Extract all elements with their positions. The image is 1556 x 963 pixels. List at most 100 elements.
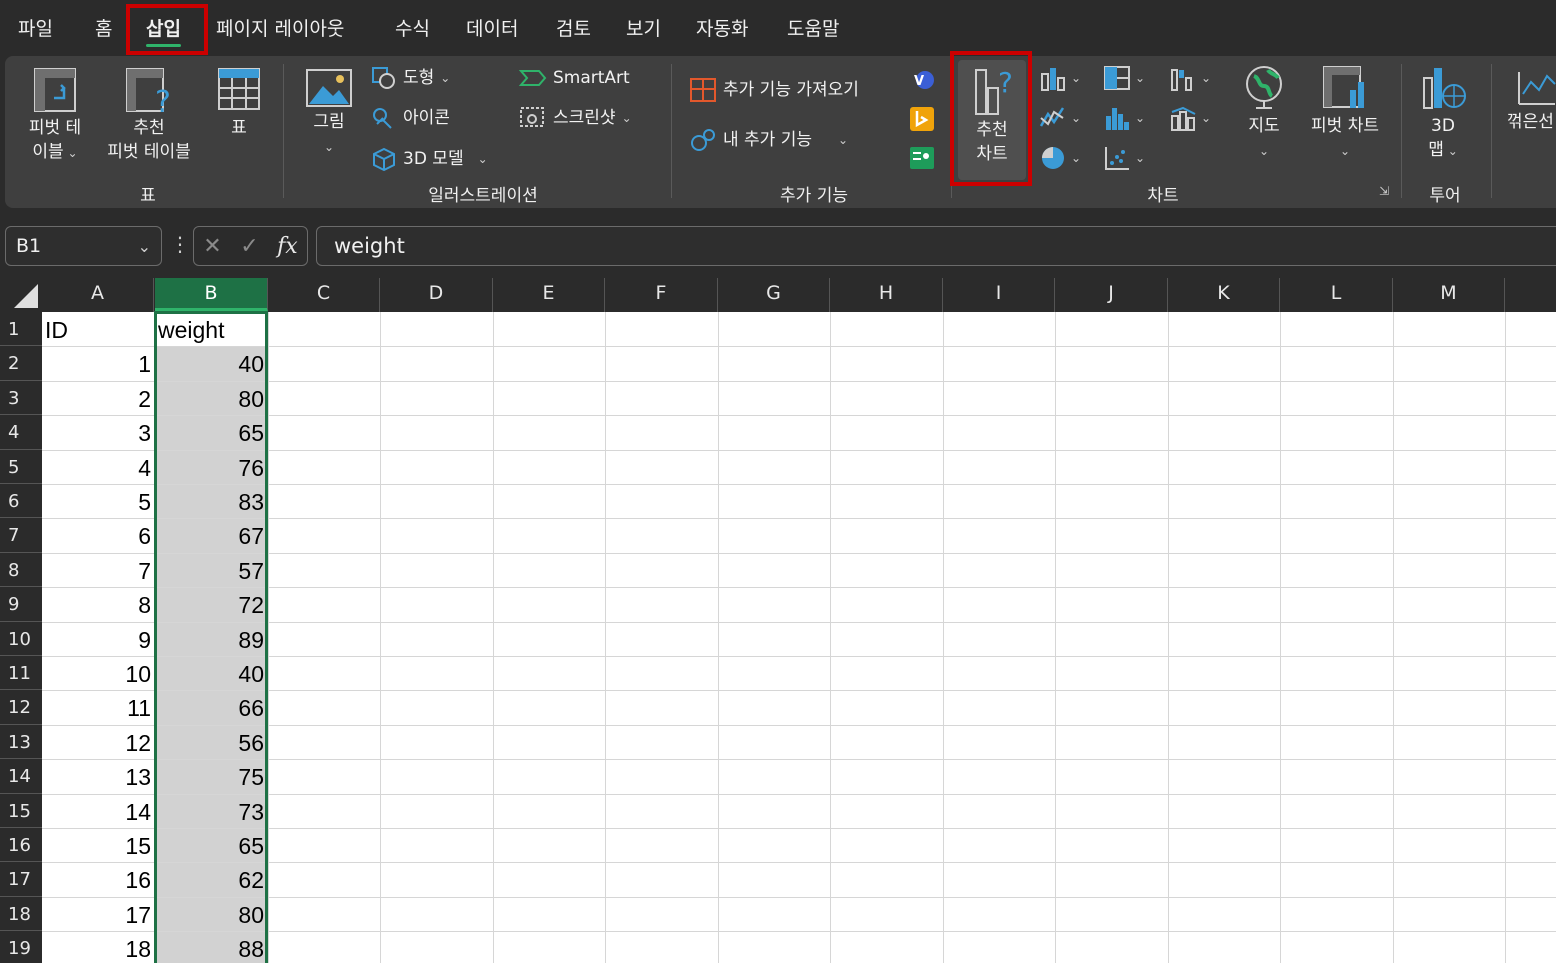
- cell-a1[interactable]: ID: [42, 312, 154, 346]
- cell-id[interactable]: 6: [42, 518, 154, 552]
- bing-maps-addin-button[interactable]: [909, 106, 935, 132]
- chevron-down-icon[interactable]: ⌄: [138, 237, 151, 256]
- row-header[interactable]: 17: [0, 862, 42, 897]
- column-header-b[interactable]: B: [155, 278, 268, 312]
- recommended-pivot-table-button[interactable]: ? 추천 피벗 테이블: [97, 66, 201, 164]
- column-header-c[interactable]: C: [268, 278, 380, 312]
- people-graph-addin-button[interactable]: [909, 146, 935, 170]
- picture-button[interactable]: 그림 ⌄: [301, 68, 357, 159]
- tab-home[interactable]: 홈: [95, 14, 112, 44]
- column-header-h[interactable]: H: [830, 278, 943, 312]
- tab-automate[interactable]: 자동화: [696, 14, 748, 44]
- cell-id[interactable]: 5: [42, 484, 154, 518]
- dialog-launcher-icon[interactable]: ⇲: [1379, 184, 1389, 198]
- column-header-i[interactable]: I: [943, 278, 1055, 312]
- cell-id[interactable]: 11: [42, 690, 154, 724]
- cell-id[interactable]: 1: [42, 346, 154, 380]
- row-header[interactable]: 9: [0, 587, 42, 622]
- combo-chart-button[interactable]: ⌄: [1169, 104, 1211, 132]
- get-addins-button[interactable]: 추가 기능 가져오기: [689, 76, 859, 104]
- tab-review[interactable]: 검토: [556, 14, 591, 44]
- insert-function-icon[interactable]: fx: [277, 234, 298, 259]
- column-chart-button[interactable]: ⌄: [1039, 64, 1081, 92]
- row-header[interactable]: 12: [0, 690, 42, 725]
- cell-id[interactable]: 9: [42, 622, 154, 656]
- cell-id[interactable]: 2: [42, 381, 154, 415]
- tab-view[interactable]: 보기: [626, 14, 661, 44]
- more-options-icon[interactable]: ⋮: [170, 232, 190, 256]
- cell-id[interactable]: 7: [42, 553, 154, 587]
- worksheet-grid[interactable]: A B C D E F G H I J K L M ID weight 1 40 2 80…: [0, 278, 1556, 963]
- pie-chart-button[interactable]: ⌄: [1039, 144, 1081, 172]
- 3d-models-button[interactable]: 3D 모델 ⌄: [371, 145, 488, 173]
- row-header[interactable]: 7: [0, 518, 42, 553]
- column-header-l[interactable]: L: [1280, 278, 1393, 312]
- column-header-a[interactable]: A: [42, 278, 154, 312]
- row-header[interactable]: 3: [0, 380, 42, 416]
- row-header[interactable]: 13: [0, 724, 42, 760]
- smartart-button[interactable]: SmartArt: [519, 64, 630, 92]
- column-header-f[interactable]: F: [605, 278, 718, 312]
- row-header[interactable]: 4: [0, 415, 42, 450]
- row-header[interactable]: 19: [0, 931, 42, 963]
- row-header[interactable]: 8: [0, 552, 42, 588]
- scatter-chart-button[interactable]: ⌄: [1103, 144, 1145, 172]
- 3d-map-button[interactable]: 3D 맵 ⌄: [1413, 64, 1473, 163]
- my-addins-button[interactable]: 내 추가 기능 ⌄: [689, 126, 848, 154]
- name-box[interactable]: B1 ⌄: [5, 226, 162, 266]
- column-header-g[interactable]: G: [718, 278, 830, 312]
- cancel-icon[interactable]: ✕: [203, 234, 221, 259]
- column-header-d[interactable]: D: [380, 278, 493, 312]
- pivot-chart-button[interactable]: 피벗 차트 ⌄: [1297, 64, 1393, 163]
- visio-addin-button[interactable]: V: [909, 68, 935, 92]
- row-header[interactable]: 16: [0, 828, 42, 863]
- cell-id[interactable]: 4: [42, 450, 154, 484]
- row-header[interactable]: 15: [0, 793, 42, 828]
- row-header[interactable]: 10: [0, 621, 42, 656]
- screenshot-button[interactable]: 스크린샷 ⌄: [519, 104, 632, 132]
- row-header[interactable]: 6: [0, 484, 42, 519]
- maps-button[interactable]: 지도 ⌄: [1237, 64, 1291, 163]
- column-header-j[interactable]: J: [1055, 278, 1168, 312]
- cell-id[interactable]: 12: [42, 725, 154, 759]
- cell-id[interactable]: 10: [42, 656, 154, 690]
- cell-id[interactable]: 17: [42, 897, 154, 931]
- cell-id[interactable]: 15: [42, 828, 154, 862]
- sparkline-line-label: 꺾은선: [1507, 112, 1554, 132]
- waterfall-chart-button[interactable]: ⌄: [1169, 64, 1211, 92]
- select-all-button[interactable]: [0, 278, 42, 312]
- statistic-chart-button[interactable]: ⌄: [1103, 104, 1145, 132]
- hierarchy-chart-button[interactable]: ⌄: [1103, 64, 1145, 92]
- cell-area[interactable]: ID weight 1 40 2 80 3 65 4 76 5 83 6 67 7 57 8 72 9 89 10 40 1…: [42, 311, 1556, 963]
- recommended-charts-button[interactable]: ? 추천 차트: [958, 60, 1026, 180]
- row-header[interactable]: 1: [0, 312, 42, 347]
- column-header-k[interactable]: K: [1168, 278, 1280, 312]
- row-header[interactable]: 11: [0, 656, 42, 691]
- enter-icon[interactable]: ✓: [240, 234, 258, 259]
- row-header[interactable]: 14: [0, 759, 42, 794]
- tab-formulas[interactable]: 수식: [395, 14, 430, 44]
- row-header[interactable]: 5: [0, 449, 42, 484]
- tab-data[interactable]: 데이터: [466, 14, 518, 44]
- tab-page-layout[interactable]: 페이지 레이아웃: [216, 14, 344, 44]
- cell-id[interactable]: 3: [42, 415, 154, 449]
- cell-id[interactable]: 14: [42, 794, 154, 828]
- cell-id[interactable]: 8: [42, 587, 154, 621]
- tab-file[interactable]: 파일: [18, 14, 53, 44]
- pivot-table-button[interactable]: 피벗 테 이블 ⌄: [19, 66, 91, 165]
- row-header[interactable]: 2: [0, 346, 42, 381]
- cell-id[interactable]: 16: [42, 862, 154, 896]
- tab-help[interactable]: 도움말: [787, 14, 839, 44]
- cell-id[interactable]: 13: [42, 759, 154, 793]
- formula-input[interactable]: weight: [316, 226, 1556, 266]
- icons-button[interactable]: 아이콘: [371, 104, 450, 132]
- sparkline-line-button[interactable]: 꺾은선: [1507, 68, 1556, 134]
- shapes-button[interactable]: 도형 ⌄: [371, 64, 450, 92]
- line-chart-button[interactable]: ⌄: [1039, 104, 1081, 132]
- cell-id[interactable]: 18: [42, 931, 154, 963]
- row-header[interactable]: 18: [0, 896, 42, 932]
- table-button[interactable]: 표: [211, 66, 267, 140]
- column-header-e[interactable]: E: [493, 278, 605, 312]
- column-header-m[interactable]: M: [1393, 278, 1505, 312]
- tab-insert[interactable]: 삽입: [146, 14, 181, 47]
